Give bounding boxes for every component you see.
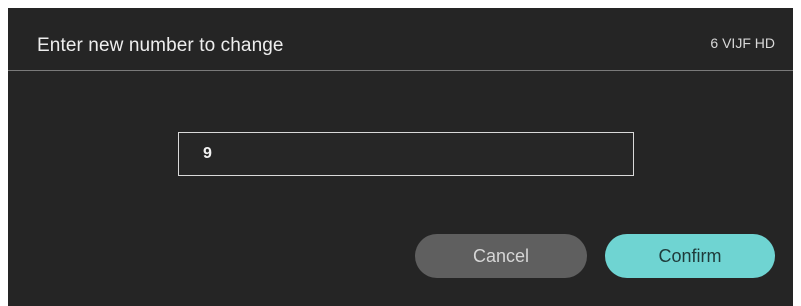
- change-number-dialog: Enter new number to change 6 VIJF HD 9 C…: [8, 8, 793, 306]
- header-divider: [8, 70, 793, 71]
- channel-number-input[interactable]: 9: [178, 132, 634, 176]
- cancel-button[interactable]: Cancel: [415, 234, 587, 278]
- confirm-button[interactable]: Confirm: [605, 234, 775, 278]
- dialog-title: Enter new number to change: [37, 35, 284, 56]
- dialog-header: Enter new number to change 6 VIJF HD: [8, 8, 793, 70]
- channel-name: 6 VIJF HD: [710, 35, 775, 51]
